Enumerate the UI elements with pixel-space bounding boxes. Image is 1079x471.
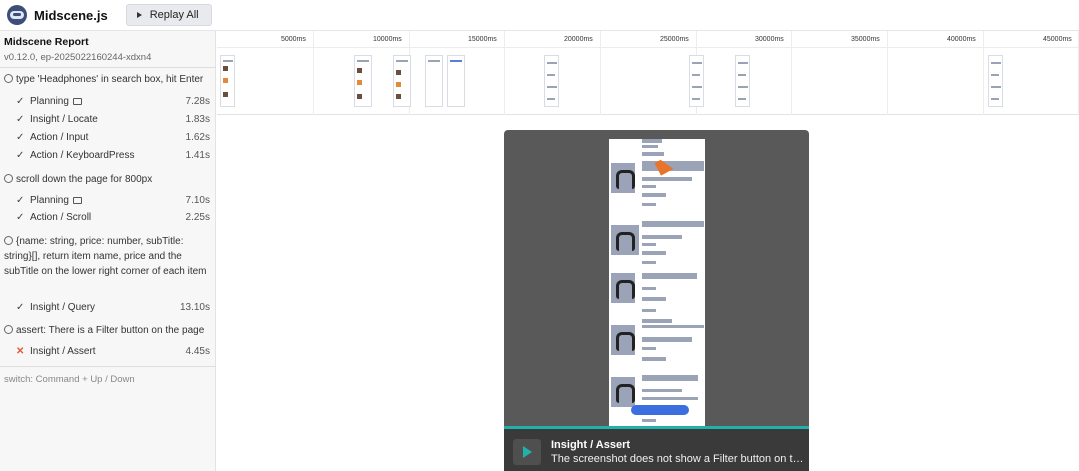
task-status-icon <box>4 74 13 83</box>
timeline-screenshot-thumbnail[interactable] <box>425 55 443 107</box>
step-label: Planning <box>30 195 69 206</box>
timeline-tick <box>600 31 601 115</box>
product-image <box>611 225 639 255</box>
timeline-screenshot-thumbnail[interactable] <box>735 55 750 107</box>
play-button[interactable] <box>513 439 541 465</box>
step-item[interactable]: ✓ Planning 7.10s <box>16 193 210 208</box>
step-label: Insight / Locate <box>30 114 98 125</box>
timeline-tick-label: 30000ms <box>755 36 784 43</box>
check-icon: ✓ <box>16 132 25 143</box>
step-duration: 4.45s <box>185 346 210 357</box>
replay-all-button[interactable]: Replay All <box>125 4 212 26</box>
step-duration: 13.10s <box>179 302 210 313</box>
report-title: Midscene Report <box>4 36 89 48</box>
timeline-screenshot-thumbnail[interactable] <box>393 55 411 107</box>
task-item[interactable]: scroll down the page for 800px <box>4 172 212 187</box>
timeline-tick-label: 35000ms <box>851 36 880 43</box>
check-icon: ✓ <box>16 302 25 313</box>
keyboard-switch-hint: switch: Command + Up / Down <box>4 374 135 385</box>
app-root: Midscene.js Replay All Midscene Report v… <box>0 0 1079 471</box>
step-duration: 1.62s <box>185 132 210 143</box>
camera-icon <box>72 98 82 105</box>
step-label: Insight / Query <box>30 302 96 313</box>
timeline-screenshot-thumbnail[interactable] <box>689 55 704 107</box>
step-label: Action / Input <box>30 132 89 143</box>
app-title: Midscene.js <box>34 7 108 23</box>
task-status-icon <box>4 325 13 334</box>
report-version: v0.12.0, ep-20250221602​44-xdxn4 <box>4 52 152 63</box>
step-label: Action / Scroll <box>30 212 92 223</box>
step-item[interactable]: ✓ Insight / Locate 1.83s <box>16 112 210 127</box>
timeline-tick-label: 45000ms <box>1043 36 1072 43</box>
task-status-icon <box>4 236 13 245</box>
step-duration: 1.83s <box>185 114 210 125</box>
top-header: Midscene.js Replay All <box>0 0 1079 31</box>
step-duration: 2.25s <box>185 212 210 223</box>
camera-icon <box>72 197 82 204</box>
cursor-icon <box>654 156 674 176</box>
timeline-tick <box>983 31 984 115</box>
sidebar: Midscene Report v0.12.0, ep-20250221602​… <box>0 31 216 471</box>
task-item[interactable]: assert: There is a Filter button on the … <box>4 323 212 338</box>
timeline-tick <box>791 31 792 115</box>
product-image <box>611 163 635 193</box>
step-label: Planning <box>30 96 69 107</box>
caption-description: The screenshot does not show a Filter bu… <box>551 453 805 465</box>
timeline-screenshot-thumbnail[interactable] <box>544 55 559 107</box>
product-image <box>611 377 635 407</box>
timeline[interactable]: 5000ms 10000ms 15000ms 20000ms 25000ms 3… <box>217 31 1079 115</box>
timeline-tick-label: 15000ms <box>468 36 497 43</box>
replay-caption: Insight / Assert The screenshot does not… <box>504 429 809 471</box>
product-image <box>611 325 635 355</box>
step-item[interactable]: ✕ Insight / Assert 4.45s <box>16 344 210 359</box>
step-item[interactable]: ✓ Planning 7.28s <box>16 94 210 109</box>
check-icon: ✓ <box>16 195 25 206</box>
divider <box>0 67 216 68</box>
timeline-screenshot-thumbnail[interactable] <box>220 55 235 107</box>
timeline-tick-label: 5000ms <box>281 36 306 43</box>
task-item[interactable]: {name: string, price: number, subTitle: … <box>4 234 212 279</box>
replay-player: Insight / Assert The screenshot does not… <box>504 130 809 471</box>
timeline-tick-label: 40000ms <box>947 36 976 43</box>
highlight-box <box>631 405 689 415</box>
replay-screenshot <box>609 139 705 428</box>
replay-all-label: Replay All <box>149 9 199 21</box>
step-item[interactable]: ✓ Insight / Query 13.10s <box>16 300 210 315</box>
product-image <box>611 273 635 303</box>
midscene-logo-icon <box>7 5 27 25</box>
timeline-tick-label: 20000ms <box>564 36 593 43</box>
step-item[interactable]: ✓ Action / Input 1.62s <box>16 130 210 145</box>
caption-title: Insight / Assert <box>551 439 631 451</box>
check-icon: ✓ <box>16 212 25 223</box>
timeline-screenshot-thumbnail[interactable] <box>354 55 372 107</box>
timeline-tick <box>504 31 505 115</box>
check-icon: ✓ <box>16 114 25 125</box>
task-name: assert: There is a Filter button on the … <box>16 325 205 336</box>
step-item[interactable]: ✓ Action / Scroll 2.25s <box>16 210 210 225</box>
timeline-tick-label: 25000ms <box>660 36 689 43</box>
timeline-tick-label: 10000ms <box>373 36 402 43</box>
timeline-screenshot-thumbnail[interactable] <box>447 55 465 107</box>
check-icon: ✓ <box>16 96 25 107</box>
timeline-tick <box>313 31 314 115</box>
step-duration: 7.28s <box>185 96 210 107</box>
task-item[interactable]: type 'Headphones' in search box, hit Ent… <box>4 72 212 87</box>
step-item[interactable]: ✓ Action / KeyboardPress 1.41s <box>16 148 210 163</box>
play-icon <box>136 12 142 18</box>
check-icon: ✓ <box>16 150 25 161</box>
task-status-icon <box>4 174 13 183</box>
divider <box>0 366 216 367</box>
timeline-tick <box>887 31 888 115</box>
step-label: Insight / Assert <box>30 346 96 357</box>
task-name: scroll down the page for 800px <box>16 174 153 185</box>
step-duration: 7.10s <box>185 195 210 206</box>
step-duration: 1.41s <box>185 150 210 161</box>
task-name: type 'Headphones' in search box, hit Ent… <box>16 74 204 85</box>
timeline-screenshot-thumbnail[interactable] <box>988 55 1003 107</box>
step-label: Action / KeyboardPress <box>30 150 135 161</box>
cross-icon: ✕ <box>16 346 25 357</box>
task-name: {name: string, price: number, subTitle: … <box>4 236 207 277</box>
